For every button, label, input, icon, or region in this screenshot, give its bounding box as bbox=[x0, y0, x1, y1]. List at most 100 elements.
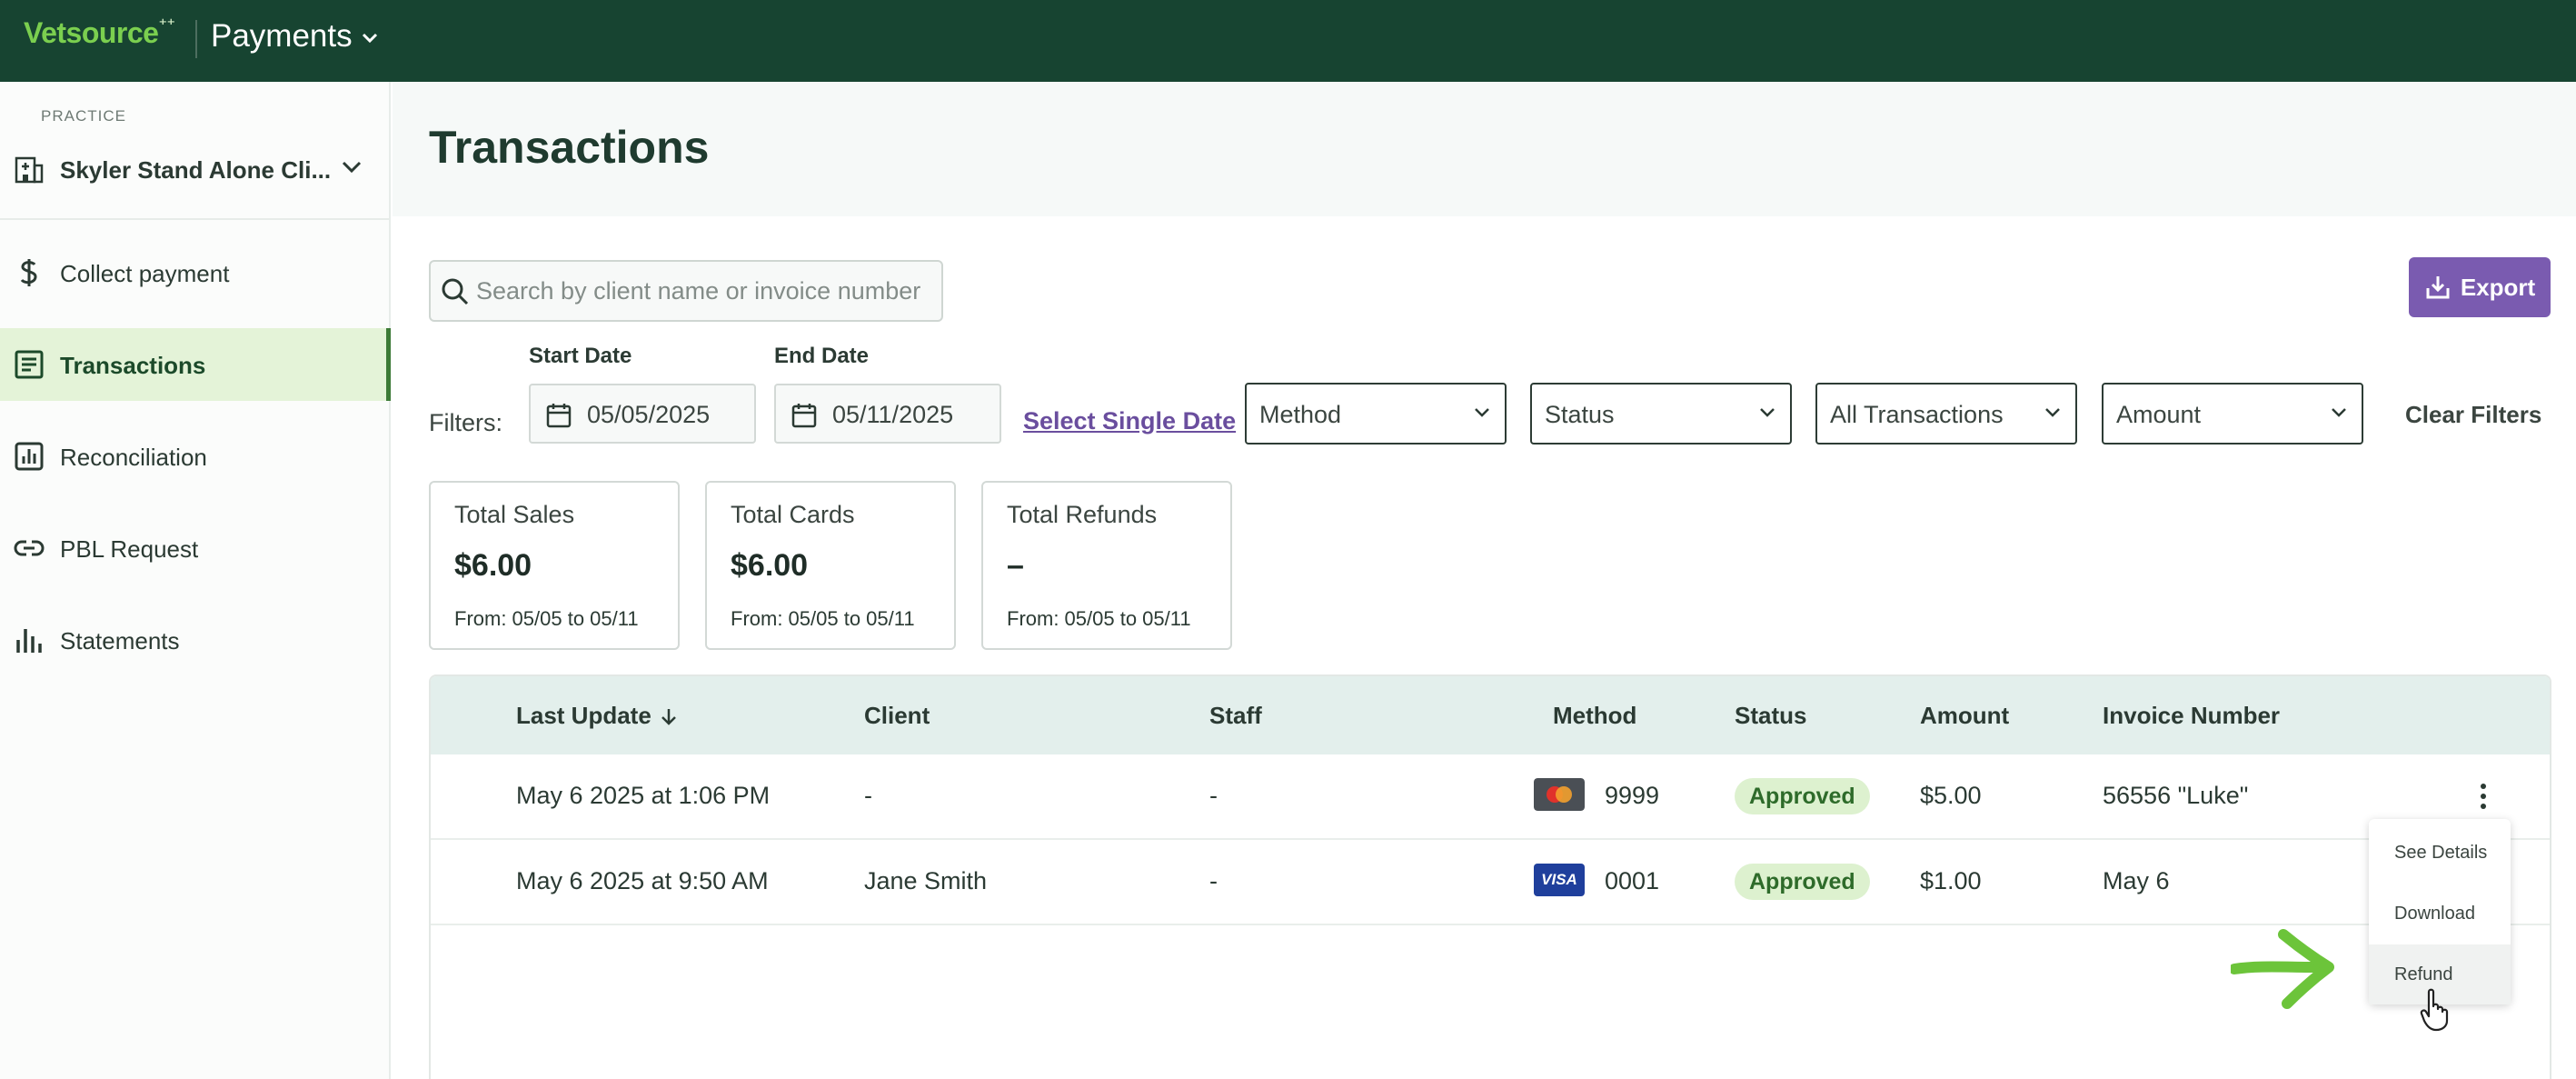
cell-staff: - bbox=[1209, 782, 1218, 809]
status-badge: Approved bbox=[1735, 864, 1870, 900]
chart-box-icon bbox=[15, 442, 44, 471]
visa-icon: VISA bbox=[1534, 864, 1585, 896]
export-button[interactable]: Export bbox=[2409, 257, 2551, 317]
column-header-status[interactable]: Status bbox=[1735, 702, 1806, 730]
top-divider bbox=[195, 20, 197, 58]
arrow-right-annotation-icon bbox=[2231, 929, 2334, 1009]
chevron-down-icon bbox=[2332, 408, 2346, 417]
start-date-input[interactable]: 05/05/2025 bbox=[529, 384, 756, 444]
amount-filter[interactable]: Amount bbox=[2102, 383, 2363, 445]
card-title: Total Refunds bbox=[1007, 501, 1158, 528]
sidebar: PRACTICE Skyler Stand Alone Cli... Colle… bbox=[0, 82, 391, 1079]
receipt-icon bbox=[15, 350, 44, 379]
transaction-type-value: All Transactions bbox=[1830, 401, 2004, 428]
table-row[interactable]: May 6 2025 at 1:06 PM - - 9999 Approved … bbox=[431, 754, 2550, 840]
calendar-icon bbox=[546, 404, 572, 428]
cell-last-update: May 6 2025 at 9:50 AM bbox=[516, 867, 769, 894]
sidebar-item-label: PBL Request bbox=[60, 535, 199, 563]
sidebar-item-pbl-request[interactable]: PBL Request bbox=[0, 512, 389, 584]
page-header bbox=[393, 82, 2576, 216]
cell-last-update: May 6 2025 at 1:06 PM bbox=[516, 782, 771, 809]
status-filter[interactable]: Status bbox=[1530, 383, 1792, 445]
filters-label: Filters: bbox=[429, 409, 502, 436]
cell-amount: $5.00 bbox=[1920, 782, 1982, 809]
status-filter-value: Status bbox=[1545, 401, 1615, 428]
column-header-amount[interactable]: Amount bbox=[1920, 702, 2009, 730]
link-icon bbox=[14, 540, 45, 556]
card-value: – bbox=[1007, 548, 1024, 583]
sidebar-item-label: Collect payment bbox=[60, 260, 230, 287]
card-title: Total Sales bbox=[454, 501, 575, 528]
amount-filter-value: Amount bbox=[2116, 401, 2202, 428]
select-single-date-link[interactable]: Select Single Date bbox=[1023, 407, 1236, 435]
practice-selector[interactable]: Skyler Stand Alone Cli... bbox=[0, 136, 389, 205]
table-header: Last Update Client Staff Method Status A… bbox=[431, 676, 2550, 754]
column-header-staff[interactable]: Staff bbox=[1209, 702, 1262, 730]
cell-staff: - bbox=[1209, 867, 1218, 894]
bar-chart-icon bbox=[16, 629, 42, 653]
cell-amount: $1.00 bbox=[1920, 867, 1982, 894]
sidebar-item-statements[interactable]: Statements bbox=[0, 604, 389, 676]
vetsource-logo[interactable]: Vetsource⁺⁺ bbox=[24, 15, 175, 50]
card-range: From: 05/05 to 05/11 bbox=[731, 607, 915, 630]
menu-item-see-details[interactable]: See Details bbox=[2369, 823, 2511, 883]
card-value: $6.00 bbox=[454, 548, 532, 583]
hand-cursor-icon bbox=[2420, 988, 2449, 1032]
sidebar-divider bbox=[0, 218, 389, 220]
cell-card-last4: 9999 bbox=[1605, 782, 1660, 809]
clear-filters-button[interactable]: Clear Filters bbox=[2405, 401, 2541, 429]
status-badge: Approved bbox=[1735, 778, 1870, 814]
chevron-down-icon bbox=[362, 33, 377, 44]
method-filter[interactable]: Method bbox=[1245, 383, 1507, 445]
arrow-down-icon bbox=[661, 708, 676, 725]
practice-name: Skyler Stand Alone Cli... bbox=[60, 156, 332, 184]
chevron-down-icon bbox=[2045, 408, 2060, 417]
column-header-invoice-number[interactable]: Invoice Number bbox=[2103, 702, 2280, 730]
search-input[interactable] bbox=[476, 271, 930, 311]
sidebar-item-label: Statements bbox=[60, 627, 180, 654]
method-filter-value: Method bbox=[1259, 401, 1342, 428]
cell-client: Jane Smith bbox=[864, 867, 988, 894]
search-box bbox=[429, 260, 943, 322]
row-actions-menu: See Details Download Refund bbox=[2369, 819, 2511, 1004]
cell-client: - bbox=[864, 782, 872, 809]
total-sales-card: Total Sales $6.00 From: 05/05 to 05/11 bbox=[429, 481, 680, 650]
app-switcher[interactable]: Payments bbox=[211, 18, 378, 55]
card-value: $6.00 bbox=[731, 548, 809, 583]
end-date-label: End Date bbox=[774, 344, 870, 368]
sidebar-item-transactions[interactable]: Transactions bbox=[0, 328, 391, 401]
total-cards-card: Total Cards $6.00 From: 05/05 to 05/11 bbox=[705, 481, 956, 650]
transaction-type-filter[interactable]: All Transactions bbox=[1815, 383, 2077, 445]
transactions-table: Last Update Client Staff Method Status A… bbox=[429, 674, 2551, 1079]
chevron-down-icon bbox=[342, 161, 362, 174]
end-date-input[interactable]: 05/11/2025 bbox=[774, 384, 1001, 444]
card-title: Total Cards bbox=[731, 501, 855, 528]
cell-invoice: May 6 bbox=[2103, 867, 2170, 894]
more-options-icon[interactable] bbox=[2470, 778, 2497, 814]
sidebar-item-label: Transactions bbox=[60, 352, 206, 379]
top-bar: Vetsource⁺⁺ Payments bbox=[0, 0, 2576, 82]
menu-item-download[interactable]: Download bbox=[2369, 884, 2511, 944]
mastercard-icon bbox=[1534, 778, 1585, 811]
column-header-method[interactable]: Method bbox=[1553, 702, 1636, 730]
dollar-icon bbox=[20, 259, 37, 286]
practice-label: PRACTICE bbox=[41, 107, 126, 125]
search-icon bbox=[442, 278, 469, 305]
column-header-last-update[interactable]: Last Update bbox=[516, 702, 679, 730]
export-label: Export bbox=[2460, 273, 2536, 301]
sparkle-icon: ⁺⁺ bbox=[158, 15, 175, 34]
building-icon bbox=[15, 156, 44, 184]
card-range: From: 05/05 to 05/11 bbox=[1007, 607, 1191, 630]
card-range: From: 05/05 to 05/11 bbox=[454, 607, 639, 630]
calendar-icon bbox=[791, 404, 817, 428]
table-row[interactable]: May 6 2025 at 9:50 AM Jane Smith - VISA … bbox=[431, 840, 2550, 925]
column-header-client[interactable]: Client bbox=[864, 702, 930, 730]
sidebar-item-reconciliation[interactable]: Reconciliation bbox=[0, 420, 389, 493]
sidebar-item-collect-payment[interactable]: Collect payment bbox=[0, 236, 389, 309]
chevron-down-icon bbox=[1475, 408, 1489, 417]
chevron-down-icon bbox=[1760, 408, 1775, 417]
start-date-label: Start Date bbox=[529, 344, 632, 368]
cell-invoice: 56556 "Luke" bbox=[2103, 782, 2249, 809]
app-name: Payments bbox=[211, 18, 353, 54]
end-date-value: 05/11/2025 bbox=[832, 401, 954, 428]
